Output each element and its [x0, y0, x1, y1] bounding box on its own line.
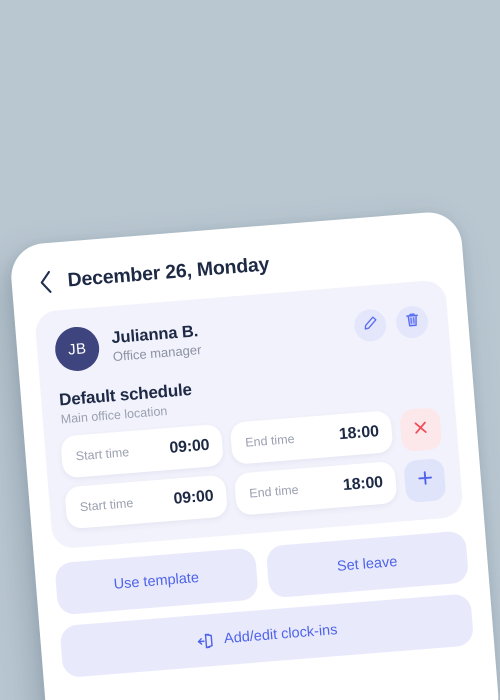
avatar: JB — [53, 325, 101, 373]
add-shift-button[interactable] — [403, 457, 447, 504]
person-actions — [353, 304, 431, 343]
remove-shift-button[interactable] — [399, 407, 443, 453]
end-time-label: End time — [244, 431, 296, 450]
delete-button[interactable] — [394, 304, 430, 340]
start-time-label: Start time — [75, 445, 130, 464]
person-info: Julianna B. Office manager — [111, 322, 202, 364]
row-side-actions — [399, 406, 447, 504]
start-time-value: 09:00 — [172, 487, 215, 508]
start-time-label: Start time — [79, 495, 134, 515]
set-leave-label: Set leave — [336, 554, 398, 575]
pencil-icon — [362, 315, 379, 336]
chevron-left-icon[interactable] — [37, 269, 55, 296]
start-time-value: 09:00 — [168, 436, 211, 457]
close-x-icon — [412, 419, 430, 441]
end-time-label: End time — [248, 482, 300, 501]
schedule-panel: JB Julianna B. Office manager Default sc… — [34, 279, 464, 550]
set-leave-button[interactable]: Set leave — [265, 530, 470, 599]
end-time-value: 18:00 — [338, 423, 380, 444]
schedule-detail-card: December 26, Monday JB Julianna B. Offic… — [8, 209, 500, 700]
start-time-field[interactable]: Start time 09:00 — [60, 423, 225, 479]
use-template-label: Use template — [113, 569, 200, 593]
login-door-icon — [195, 630, 215, 650]
end-time-value: 18:00 — [342, 473, 384, 495]
end-time-field[interactable]: End time 18:00 — [233, 460, 398, 516]
trash-icon — [404, 311, 421, 333]
schedule-rows-wrap: Start time 09:00 End time 18:00 Start ti… — [60, 406, 447, 530]
screen-stage: December 26, Monday JB Julianna B. Offic… — [0, 0, 500, 700]
use-template-button[interactable]: Use template — [54, 547, 259, 616]
edit-button[interactable] — [353, 308, 388, 343]
page-title: December 26, Monday — [66, 252, 270, 291]
schedule-rows: Start time 09:00 End time 18:00 Start ti… — [60, 410, 398, 530]
add-edit-clock-ins-label: Add/edit clock-ins — [223, 622, 339, 648]
start-time-field[interactable]: Start time 09:00 — [64, 474, 229, 530]
plus-icon — [416, 469, 435, 492]
end-time-field[interactable]: End time 18:00 — [229, 410, 394, 465]
